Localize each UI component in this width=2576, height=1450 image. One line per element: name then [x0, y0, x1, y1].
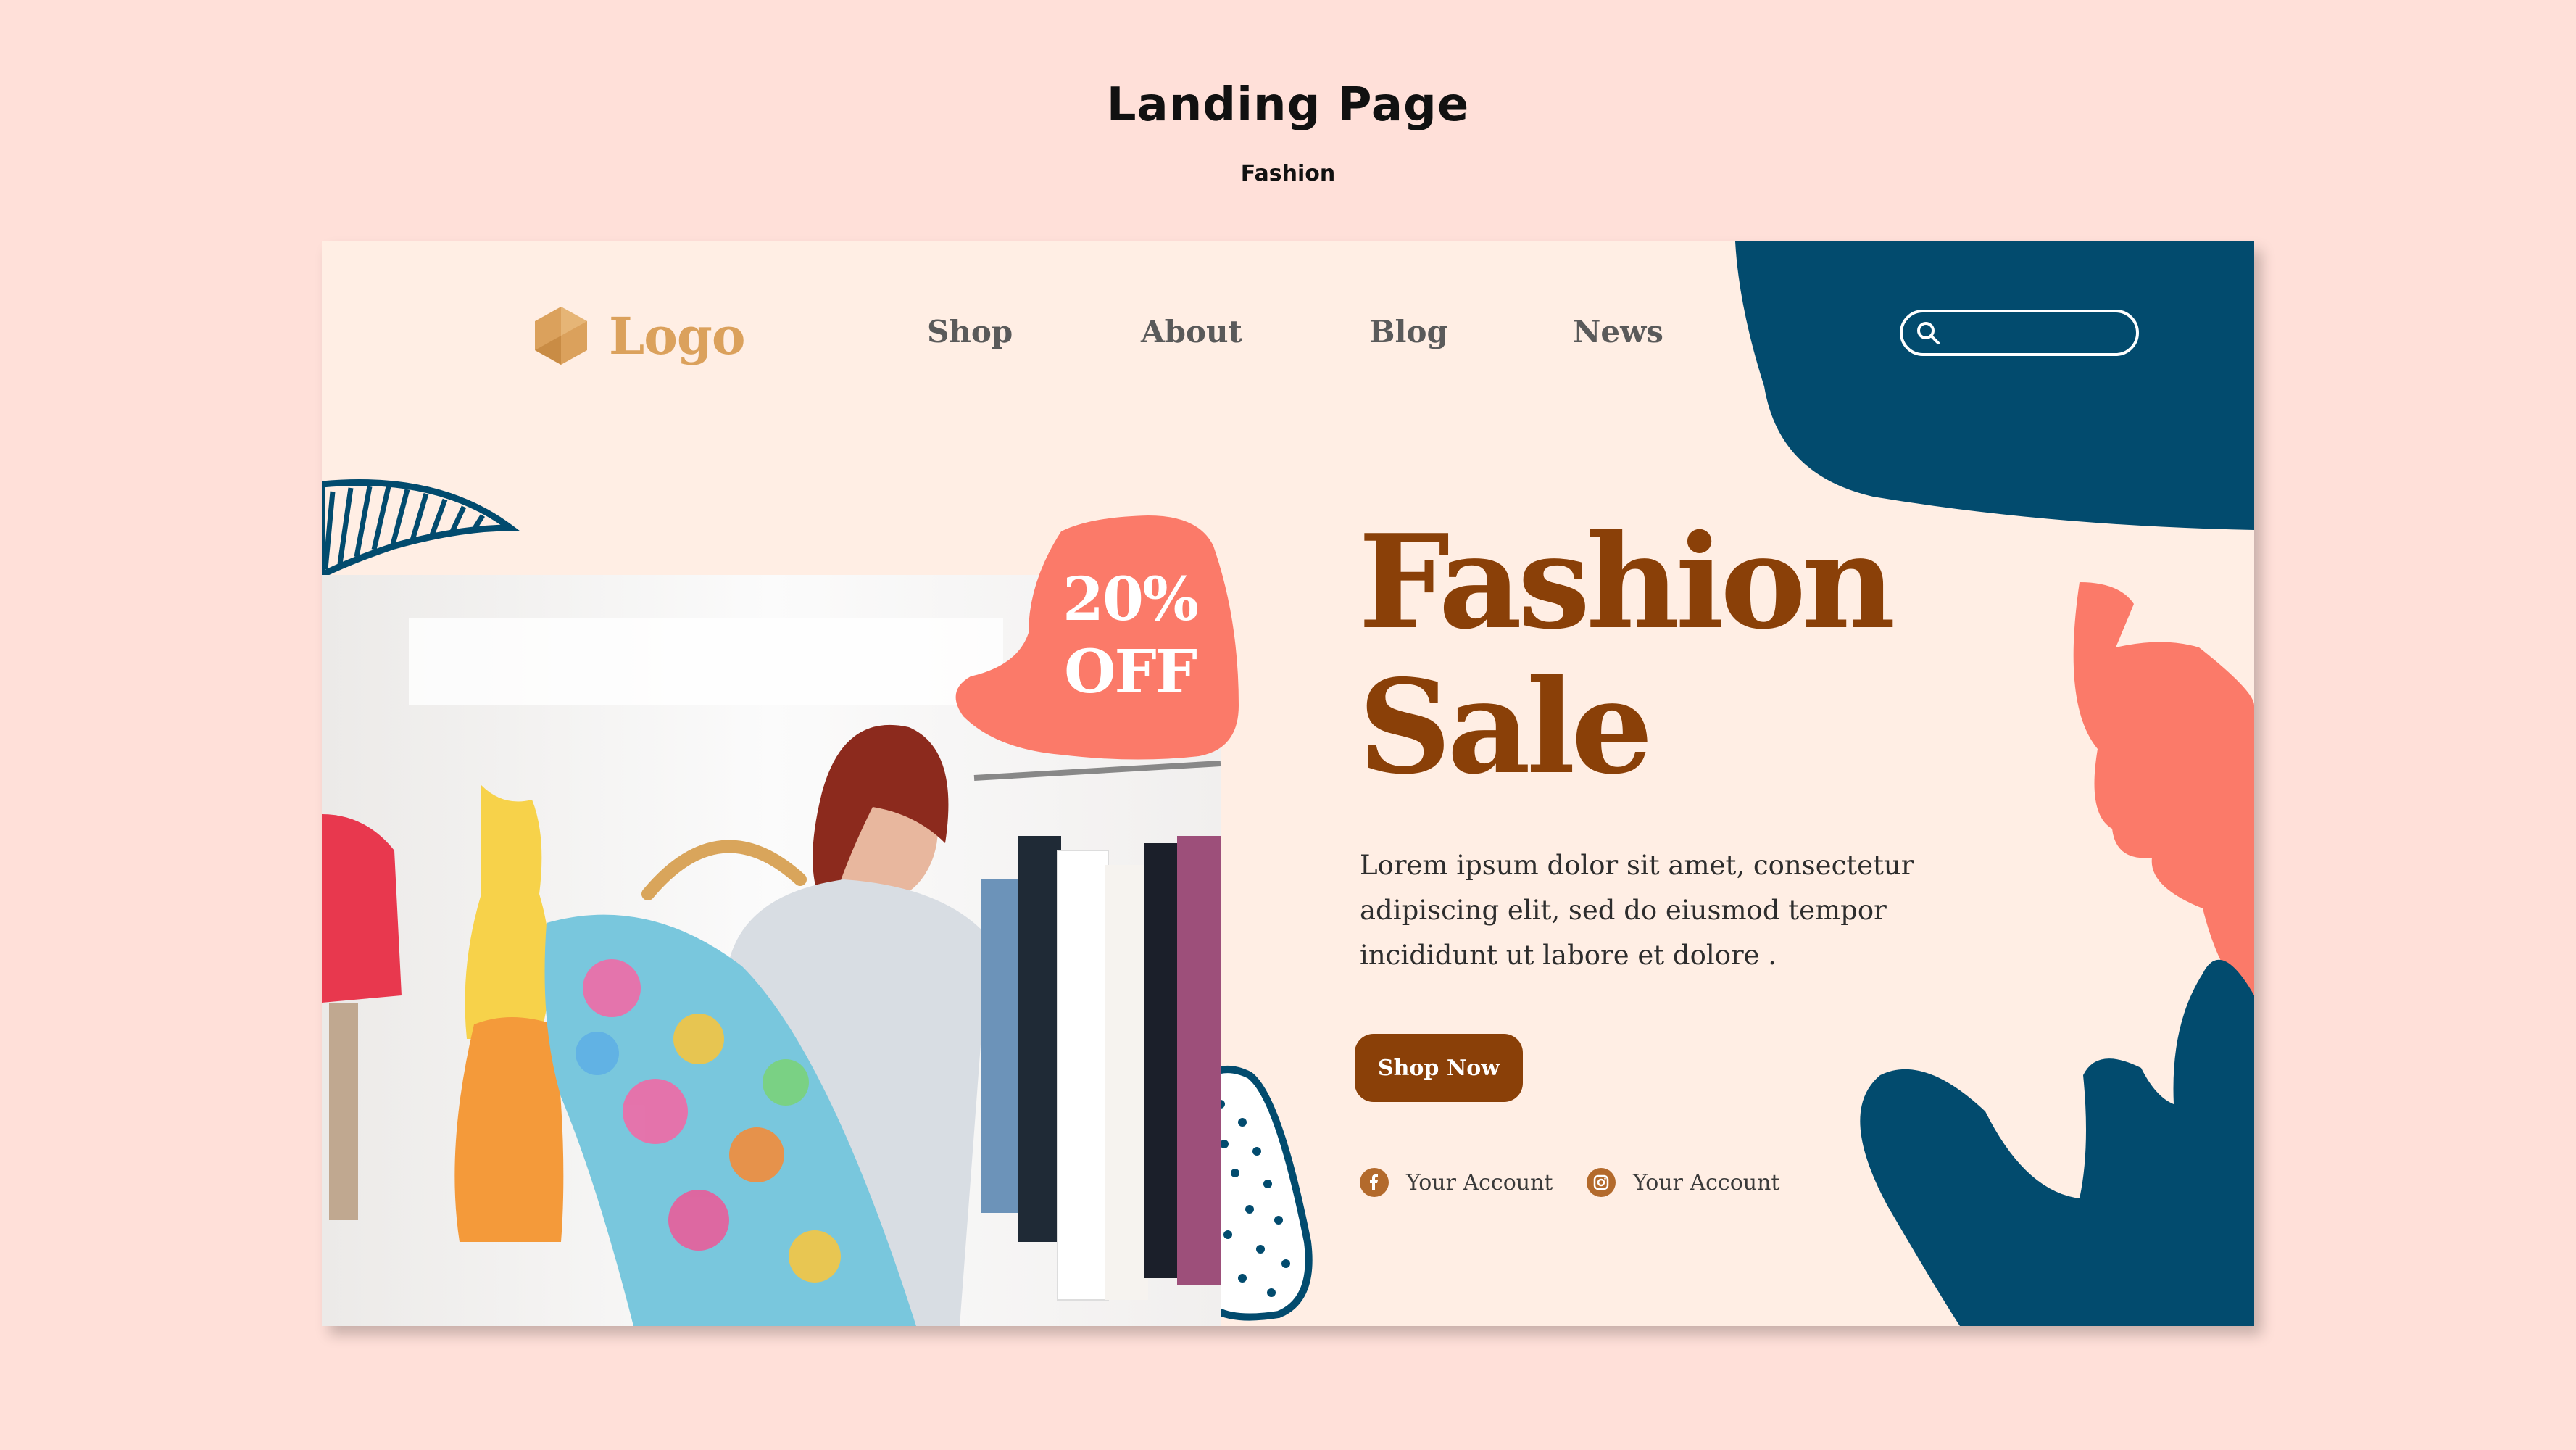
page-title: Landing Page: [1106, 78, 1470, 132]
hero-title-line2: Sale: [1358, 651, 1653, 803]
hero-title-line1: Fashion: [1358, 506, 1895, 658]
hero-title: Fashion Sale: [1358, 506, 1895, 803]
logo-text: Logo: [609, 305, 746, 366]
instagram-icon: [1587, 1168, 1616, 1197]
shop-now-button[interactable]: Shop Now: [1355, 1034, 1523, 1102]
social-link-facebook[interactable]: Your Account: [1360, 1168, 1553, 1197]
page-subtitle: Fashion: [1240, 161, 1336, 186]
brand-logo[interactable]: Logo: [532, 305, 746, 366]
nav-item-blog[interactable]: Blog: [1369, 314, 1448, 349]
discount-value: 20%: [1062, 565, 1199, 634]
facebook-icon: [1360, 1168, 1389, 1197]
hexagon-icon: [535, 307, 587, 365]
search-input[interactable]: [1948, 322, 2124, 344]
discount-off-label: OFF: [1064, 637, 1197, 707]
social-label-instagram: Your Account: [1633, 1169, 1780, 1196]
discount-badge: 20% OFF: [1050, 563, 1210, 708]
search-icon[interactable]: [1916, 320, 1940, 345]
search-bar[interactable]: [1900, 310, 2139, 356]
nav-item-news[interactable]: News: [1573, 314, 1663, 349]
hero-description: Lorem ipsum dolor sit amet, consectetur …: [1360, 850, 1914, 971]
promo-blob: [955, 515, 1239, 760]
nav-item-shop[interactable]: Shop: [927, 314, 1013, 349]
social-label-facebook: Your Account: [1406, 1169, 1553, 1196]
social-link-instagram[interactable]: Your Account: [1587, 1168, 1780, 1197]
nav-item-about[interactable]: About: [1141, 314, 1242, 349]
landing-card: 20% OFF Logo Shop About Blog News Fashio…: [322, 241, 2254, 1326]
